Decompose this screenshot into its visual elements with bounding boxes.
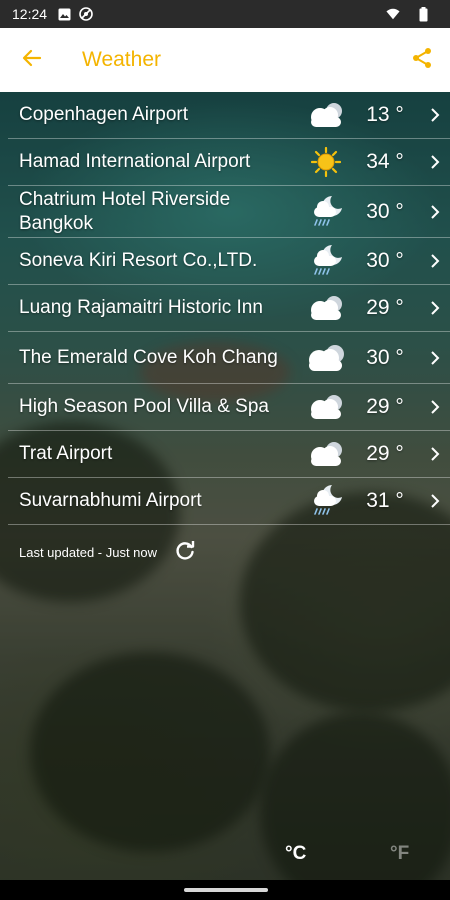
chevron-right-icon	[420, 387, 450, 427]
location-name: Suvarnabhumi Airport	[19, 490, 202, 511]
location-name: High Season Pool Villa & Spa	[19, 396, 269, 417]
arrow-left-icon	[21, 47, 43, 74]
location-temp: 29 °	[366, 442, 404, 465]
battery-icon	[416, 6, 430, 21]
cloudy-icon	[302, 288, 350, 328]
night-rain-icon	[302, 192, 350, 232]
location-temp: 30 °	[366, 249, 404, 272]
chevron-right-icon	[420, 288, 450, 328]
location-row[interactable]: The Emerald Cove Koh Chang 30 °	[8, 332, 450, 384]
location-name: Soneva Kiri Resort Co.,LTD.	[19, 250, 258, 271]
cloudy-icon	[302, 95, 350, 135]
no-sim-icon	[79, 7, 93, 21]
location-temp: 34 °	[366, 150, 404, 173]
home-gesture-handle[interactable]	[184, 888, 268, 892]
location-name: Hamad International Airport	[19, 151, 251, 172]
celsius-toggle[interactable]: °C	[285, 843, 306, 865]
share-button[interactable]	[394, 28, 450, 92]
location-row[interactable]: High Season Pool Villa & Spa 29 °	[8, 384, 450, 431]
location-name: Luang Rajamaitri Historic Inn	[19, 297, 263, 318]
location-temp: 29 °	[366, 395, 404, 418]
location-row[interactable]: Suvarnabhumi Airport 31 °	[8, 478, 450, 525]
refresh-icon	[174, 540, 196, 565]
location-row[interactable]: Trat Airport 29 °	[8, 431, 450, 478]
location-row[interactable]: Soneva Kiri Resort Co.,LTD. 30 °	[8, 238, 450, 285]
location-temp: 29 °	[366, 296, 404, 319]
location-temp: 30 °	[366, 345, 404, 369]
location-temp: 30 °	[366, 199, 404, 223]
cloudy-icon	[302, 434, 350, 474]
location-row[interactable]: Luang Rajamaitri Historic Inn 29 °	[8, 285, 450, 332]
chevron-right-icon	[420, 142, 450, 182]
cloudy-icon	[302, 387, 350, 427]
chevron-right-icon	[420, 338, 450, 378]
location-row[interactable]: Hamad International Airport 34 °	[8, 139, 450, 186]
location-row[interactable]: Chatrium Hotel Riverside Bangkok 30 °	[8, 186, 450, 238]
chevron-right-icon	[420, 241, 450, 281]
night-rain-icon	[302, 241, 350, 281]
image-icon	[57, 7, 71, 21]
location-name: The Emerald Cove Koh Chang	[19, 346, 278, 368]
location-temp: 31 °	[366, 489, 404, 512]
last-updated-label: Last updated - Just now	[19, 544, 158, 560]
status-time: 12:24	[12, 6, 48, 22]
app-bar: Weather	[0, 28, 450, 92]
back-button[interactable]	[0, 28, 64, 92]
fahrenheit-toggle[interactable]: °F	[390, 843, 409, 865]
chevron-right-icon	[420, 95, 450, 135]
last-updated: Last updated - Just now	[19, 538, 199, 566]
cloudy-icon	[302, 338, 350, 378]
chevron-right-icon	[420, 481, 450, 521]
chevron-right-icon	[420, 434, 450, 474]
location-row[interactable]: Copenhagen Airport 13 °	[8, 92, 450, 139]
location-name: Copenhagen Airport	[19, 104, 189, 125]
location-temp: 13 °	[366, 103, 404, 126]
wifi-icon	[386, 7, 400, 21]
page-title: Weather	[82, 48, 161, 71]
night-rain-icon	[302, 481, 350, 521]
location-name: Trat Airport	[19, 443, 113, 464]
sunny-icon	[302, 142, 350, 182]
chevron-right-icon	[420, 192, 450, 232]
share-icon	[410, 46, 434, 75]
location-list: Copenhagen Airport 13 ° Hamad Internatio…	[8, 92, 450, 525]
refresh-button[interactable]	[171, 538, 199, 566]
status-bar: 12:24	[0, 0, 450, 28]
location-name: Chatrium Hotel Riverside Bangkok	[19, 188, 231, 234]
